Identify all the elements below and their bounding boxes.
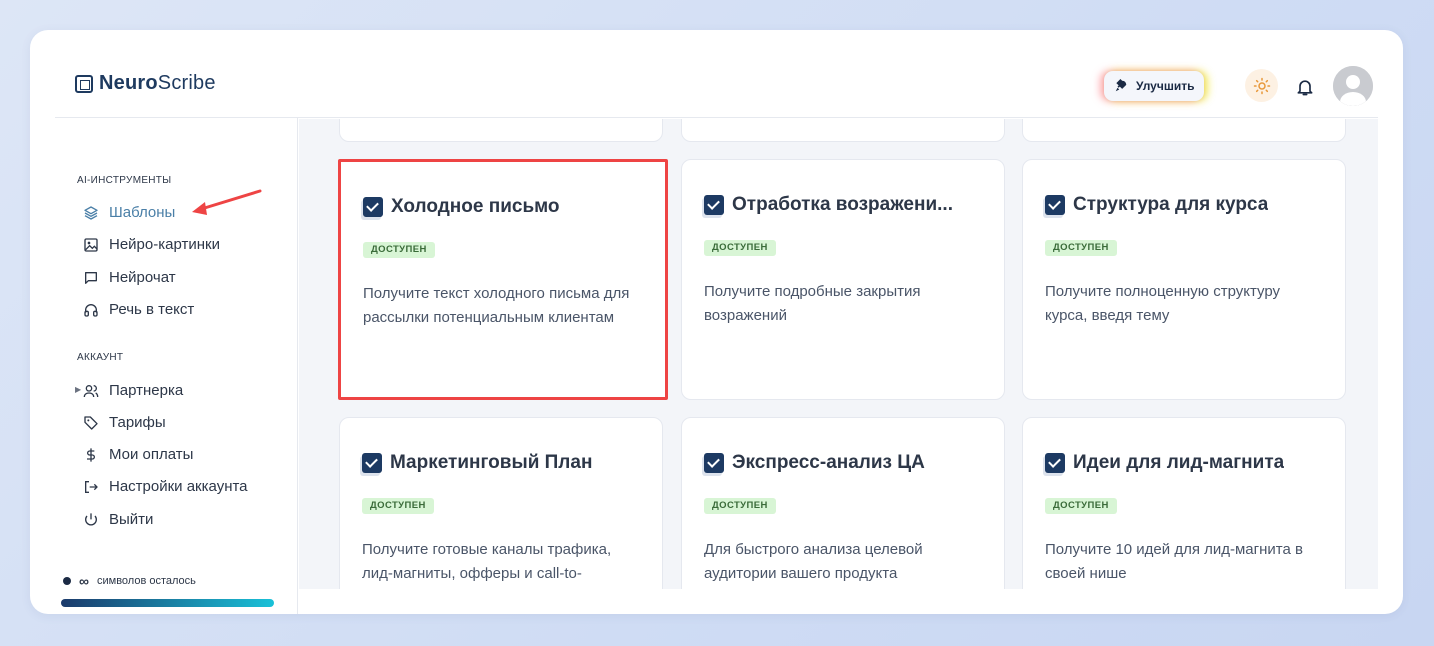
chat-icon — [85, 271, 97, 284]
credits-status: ∞ символов осталось — [63, 573, 196, 589]
card-header: Структура для курса — [1045, 194, 1268, 216]
users-icon — [83, 384, 99, 397]
check-icon — [704, 195, 724, 215]
expand-caret-icon[interactable]: ▶ — [75, 385, 81, 394]
card-title: Экспресс-анализ ЦА — [732, 452, 925, 473]
check-icon — [362, 453, 382, 473]
card-header: Маркетинговый План — [362, 452, 592, 474]
user-avatar-icon — [1333, 66, 1373, 106]
card-description: Получите текст холодного письма для расс… — [363, 285, 630, 326]
credits-text: символов осталось — [96, 575, 196, 587]
top-header: NeuroScribe Улучшить — [55, 30, 1378, 118]
sidebar-item-label: Речь в текст — [109, 301, 195, 318]
section-title-tools: AI-ИНСТРУМЕНТЫ — [77, 175, 172, 186]
sidebar: AI-ИНСТРУМЕНТЫ Шаблоны Нейро-картинки Не… — [55, 118, 298, 614]
template-card-marketing-plan[interactable]: Маркетинговый План ДОСТУПЕН Получите гот… — [339, 417, 663, 589]
sidebar-item-templates[interactable]: Шаблоны — [83, 204, 175, 221]
template-card-objections[interactable]: Отработка возражени... ДОСТУПЕН Получите… — [681, 159, 1005, 400]
card-title: Маркетинговый План — [390, 452, 593, 473]
section-title-account: АККАУНТ — [77, 352, 124, 363]
template-card-cold-letter[interactable]: Холодное письмо ДОСТУПЕН Получите текст … — [338, 159, 668, 400]
annotation-arrow-icon — [192, 189, 262, 215]
theme-toggle-button[interactable] — [1245, 69, 1278, 102]
card-header: Отработка возражени... — [704, 194, 953, 216]
sidebar-item-label: Нейрочат — [109, 269, 176, 286]
status-badge: ДОСТУПЕН — [1045, 498, 1117, 514]
card-title: Отработка возражени... — [732, 194, 953, 215]
card-description: Получите готовые каналы трафика, лид-маг… — [362, 541, 612, 582]
template-card-partial[interactable] — [339, 119, 663, 142]
card-description: Получите полноценную структуру курса, вв… — [1045, 283, 1281, 324]
layers-icon — [84, 205, 98, 220]
sidebar-item-label: Нейро-картинки — [109, 236, 220, 253]
card-title: Идеи для лид-магнита — [1073, 452, 1285, 473]
template-card-partial[interactable] — [681, 119, 1005, 142]
sidebar-item-payments[interactable]: Мои оплаты — [83, 446, 193, 463]
status-badge: ДОСТУПЕН — [704, 498, 776, 514]
sidebar-item-label: Шаблоны — [109, 204, 176, 221]
template-card-audience-analysis[interactable]: Экспресс-анализ ЦА ДОСТУПЕН Для быстрого… — [681, 417, 1005, 589]
logo[interactable]: NeuroScribe — [75, 72, 216, 95]
card-description: Для быстрого анализа целевой аудитории в… — [704, 541, 923, 582]
card-description: Получите 10 идей для лид-магнита в своей… — [1045, 541, 1303, 582]
upgrade-button[interactable]: Улучшить — [1104, 71, 1205, 101]
check-icon — [1045, 453, 1065, 473]
credits-progress-bar — [61, 599, 274, 607]
bell-icon[interactable] — [1295, 76, 1315, 98]
sidebar-item-label: Мои оплаты — [109, 446, 194, 463]
dollar-icon — [87, 447, 95, 462]
power-icon — [85, 512, 97, 525]
sidebar-item-label: Настройки аккаунта — [109, 478, 248, 495]
app-window: NeuroScribe Улучшить AI-ИНСТРУМЕНТЫ Шабл… — [30, 30, 1403, 614]
rocket-icon — [1115, 79, 1127, 92]
image-icon — [84, 237, 98, 252]
status-dot — [63, 577, 71, 585]
logo-text: NeuroScribe — [99, 72, 216, 94]
template-card-course-structure[interactable]: Структура для курса ДОСТУПЕН Получите по… — [1022, 159, 1346, 400]
login-icon — [85, 480, 98, 493]
tag-icon — [84, 415, 98, 430]
card-title: Холодное письмо — [391, 196, 560, 217]
sidebar-item-neuro-images[interactable]: Нейро-картинки — [83, 236, 220, 253]
headphones-icon — [84, 303, 98, 317]
sidebar-item-label: Выйти — [109, 511, 154, 528]
status-badge: ДОСТУПЕН — [704, 240, 776, 256]
check-icon — [1045, 195, 1065, 215]
sidebar-item-label: Партнерка — [109, 382, 184, 399]
card-title: Структура для курса — [1073, 194, 1269, 215]
card-header: Холодное письмо — [363, 196, 560, 218]
upgrade-label: Улучшить — [1136, 79, 1195, 93]
sidebar-item-label: Тарифы — [109, 414, 166, 431]
sidebar-item-account-settings[interactable]: Настройки аккаунта — [83, 478, 248, 495]
template-card-lead-magnet-ideas[interactable]: Идеи для лид-магнита ДОСТУПЕН Получите 1… — [1022, 417, 1346, 589]
logo-icon — [75, 74, 93, 93]
avatar[interactable] — [1333, 66, 1373, 106]
card-header: Экспресс-анализ ЦА — [704, 452, 925, 474]
sidebar-item-tariffs[interactable]: Тарифы — [83, 414, 166, 431]
sidebar-item-logout[interactable]: Выйти — [83, 511, 153, 528]
sidebar-item-neurochat[interactable]: Нейрочат — [83, 269, 176, 286]
check-icon — [704, 453, 724, 473]
card-description: Получите подробные закрытия возражений — [704, 283, 921, 324]
templates-grid: Холодное письмо ДОСТУПЕН Получите текст … — [299, 119, 1378, 589]
status-badge: ДОСТУПЕН — [362, 498, 434, 514]
credits-value: ∞ — [79, 573, 89, 589]
status-badge: ДОСТУПЕН — [363, 242, 435, 258]
sidebar-item-speech-to-text[interactable]: Речь в текст — [83, 301, 194, 318]
sidebar-item-partner[interactable]: Партнерка — [83, 382, 183, 399]
check-icon — [363, 197, 383, 217]
template-card-partial[interactable] — [1022, 119, 1346, 142]
sun-icon — [1253, 77, 1270, 94]
status-badge: ДОСТУПЕН — [1045, 240, 1117, 256]
card-header: Идеи для лид-магнита — [1045, 452, 1284, 474]
